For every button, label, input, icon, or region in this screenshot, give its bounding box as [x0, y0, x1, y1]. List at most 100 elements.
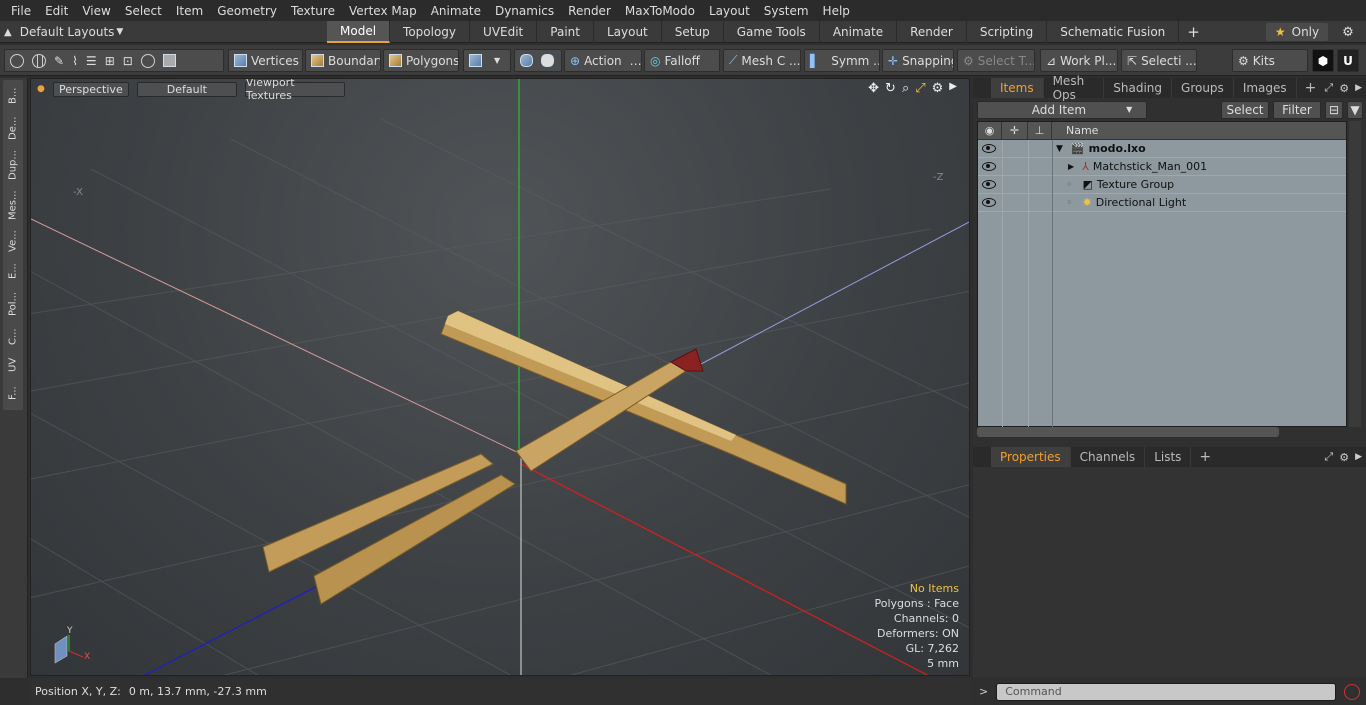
item-mode-icon[interactable]	[162, 54, 176, 67]
props-expand-icon[interactable]: ⤢	[1324, 450, 1333, 464]
menu-system[interactable]: System	[757, 4, 816, 18]
tab-properties[interactable]: Properties	[991, 447, 1071, 467]
select-through-button[interactable]: ⚙ Select T...	[957, 49, 1035, 72]
left-tab-edge[interactable]: E...	[3, 258, 23, 284]
menu-animate[interactable]: Animate	[424, 4, 488, 18]
left-tab-fusion[interactable]: F...	[3, 380, 23, 406]
tab-items[interactable]: Items	[991, 78, 1044, 98]
eye-icon[interactable]	[982, 162, 996, 171]
tab-layout[interactable]: Layout	[594, 21, 662, 43]
pan-icon[interactable]: ✥	[868, 81, 879, 96]
name-column-header[interactable]: Name	[1052, 122, 1098, 140]
list-item[interactable]: ▶ ⅄ Matchstick_Man_001	[978, 158, 1346, 176]
expand-icon[interactable]: ⤢	[1324, 81, 1333, 95]
add-item-button[interactable]: Add Item ▼	[977, 100, 1147, 119]
shield-icon[interactable]	[520, 54, 533, 67]
add-tab-icon[interactable]: +	[1179, 21, 1208, 43]
falloff-button[interactable]: ◎ Falloff	[644, 49, 720, 72]
funnel-icon[interactable]: ▼	[1347, 100, 1363, 119]
panel-arrow-icon[interactable]: ▶	[1355, 83, 1362, 93]
perspective-button[interactable]: Perspective	[52, 81, 129, 97]
symmetry-button[interactable]: ▌ Symm ...	[804, 49, 880, 72]
add-panel-tab-icon[interactable]: +	[1297, 80, 1325, 96]
menu-render[interactable]: Render	[561, 4, 618, 18]
layout-selector[interactable]: ▲ Default Layouts ▼	[4, 21, 123, 43]
left-tab-uv[interactable]: UV	[3, 352, 23, 378]
menu-file[interactable]: File	[4, 4, 38, 18]
menu-edit[interactable]: Edit	[38, 4, 75, 18]
eye-icon[interactable]	[982, 180, 996, 189]
material-mode-button[interactable]: ▼	[463, 49, 511, 72]
stack-icon[interactable]: ☰	[86, 54, 97, 68]
tab-schematic-fusion[interactable]: Schematic Fusion	[1047, 21, 1180, 43]
tab-groups[interactable]: Groups	[1172, 78, 1234, 98]
unity-icon[interactable]: ⬢	[1312, 49, 1334, 72]
viewport-textures-button[interactable]: Viewport Textures	[244, 79, 345, 102]
polygons-button[interactable]: Polygons	[383, 49, 459, 72]
menu-select[interactable]: Select	[118, 4, 169, 18]
menu-item[interactable]: Item	[169, 4, 210, 18]
horizontal-scrollbar[interactable]	[977, 427, 1279, 437]
tab-paint[interactable]: Paint	[537, 21, 594, 43]
default-shading-button[interactable]: Default	[136, 81, 237, 97]
expand-arrow-icon[interactable]: ▶	[1068, 162, 1074, 171]
viewport-menu-dot[interactable]: ●	[37, 84, 45, 94]
menu-maxtomodo[interactable]: MaxToModo	[618, 4, 702, 18]
circle-select-icon[interactable]	[10, 53, 24, 68]
boundary-button[interactable]: Boundary	[305, 49, 381, 72]
tab-shading[interactable]: Shading	[1104, 78, 1173, 98]
expand-arrow-icon[interactable]: ▼	[1056, 144, 1063, 154]
selection-sets-button[interactable]: ⇱ Selecti ...	[1121, 49, 1197, 72]
tab-model[interactable]: Model	[327, 21, 391, 43]
list-item[interactable]: ◦ ✸ Directional Light	[978, 194, 1346, 212]
left-tab-duplicate[interactable]: Dup...	[3, 146, 23, 184]
globe-icon[interactable]	[32, 53, 46, 68]
maximize-icon[interactable]: ⤢	[915, 81, 925, 96]
lock-column-icon[interactable]: ✛	[1002, 121, 1028, 140]
work-plane-button[interactable]: ⊿ Work Pl...	[1040, 49, 1118, 72]
select-button[interactable]: Select	[1221, 100, 1269, 119]
left-tab-deform[interactable]: De...	[3, 112, 23, 144]
action-center-button[interactable]: ⊕ Action …	[564, 49, 642, 72]
timer-icon[interactable]	[140, 53, 155, 68]
viewport-gear-icon[interactable]: ⚙	[932, 81, 944, 96]
props-arrow-icon[interactable]: ▶	[1355, 452, 1362, 462]
left-tab-mesh[interactable]: Mes...	[3, 186, 23, 224]
tab-images[interactable]: Images	[1234, 78, 1297, 98]
menu-view[interactable]: View	[75, 4, 117, 18]
left-tab-polygon[interactable]: Pol...	[3, 286, 23, 322]
unreal-icon[interactable]: U	[1337, 49, 1359, 72]
filter-button[interactable]: Filter	[1273, 100, 1321, 119]
collapse-icon[interactable]: ⊟	[1325, 100, 1343, 119]
left-tab-curve[interactable]: C...	[3, 324, 23, 350]
command-input[interactable]: Command	[996, 682, 1337, 701]
record-icon[interactable]	[1344, 683, 1361, 700]
rotate-icon[interactable]: ↻	[885, 81, 896, 96]
only-button[interactable]: ★ Only	[1266, 23, 1328, 41]
brush-icon[interactable]: ⌇	[72, 54, 78, 68]
vertical-scrollbar[interactable]	[1349, 121, 1361, 427]
menu-geometry[interactable]: Geometry	[210, 4, 284, 18]
snapping-button[interactable]: ✛ Snapping	[882, 49, 954, 72]
menu-vertex-map[interactable]: Vertex Map	[342, 4, 424, 18]
shield-outline-icon[interactable]	[541, 54, 554, 67]
menu-layout[interactable]: Layout	[702, 4, 757, 18]
tab-render[interactable]: Render	[897, 21, 967, 43]
menu-texture[interactable]: Texture	[284, 4, 342, 18]
eye-icon[interactable]	[982, 144, 996, 153]
visibility-column-icon[interactable]: ◉	[978, 121, 1002, 140]
menu-dynamics[interactable]: Dynamics	[488, 4, 561, 18]
tab-lists[interactable]: Lists	[1145, 447, 1192, 467]
gear-icon[interactable]: ⚙	[1338, 23, 1358, 41]
props-gear-icon[interactable]: ⚙	[1339, 451, 1349, 464]
tab-scripting[interactable]: Scripting	[967, 21, 1048, 43]
tab-animate[interactable]: Animate	[820, 21, 898, 43]
grid-icon[interactable]: ⊞	[105, 54, 115, 68]
eye-icon[interactable]	[982, 198, 996, 207]
list-item[interactable]: ◦ ◩ Texture Group	[978, 176, 1346, 194]
tab-mesh-ops[interactable]: Mesh Ops	[1044, 74, 1105, 102]
mesh-constraint-button[interactable]: ⟋ Mesh C ...	[723, 49, 801, 72]
type-column-icon[interactable]: ⊥	[1028, 121, 1052, 140]
left-tab-vertex[interactable]: Ve...	[3, 226, 23, 256]
kits-button[interactable]: ⚙ Kits	[1232, 49, 1308, 72]
